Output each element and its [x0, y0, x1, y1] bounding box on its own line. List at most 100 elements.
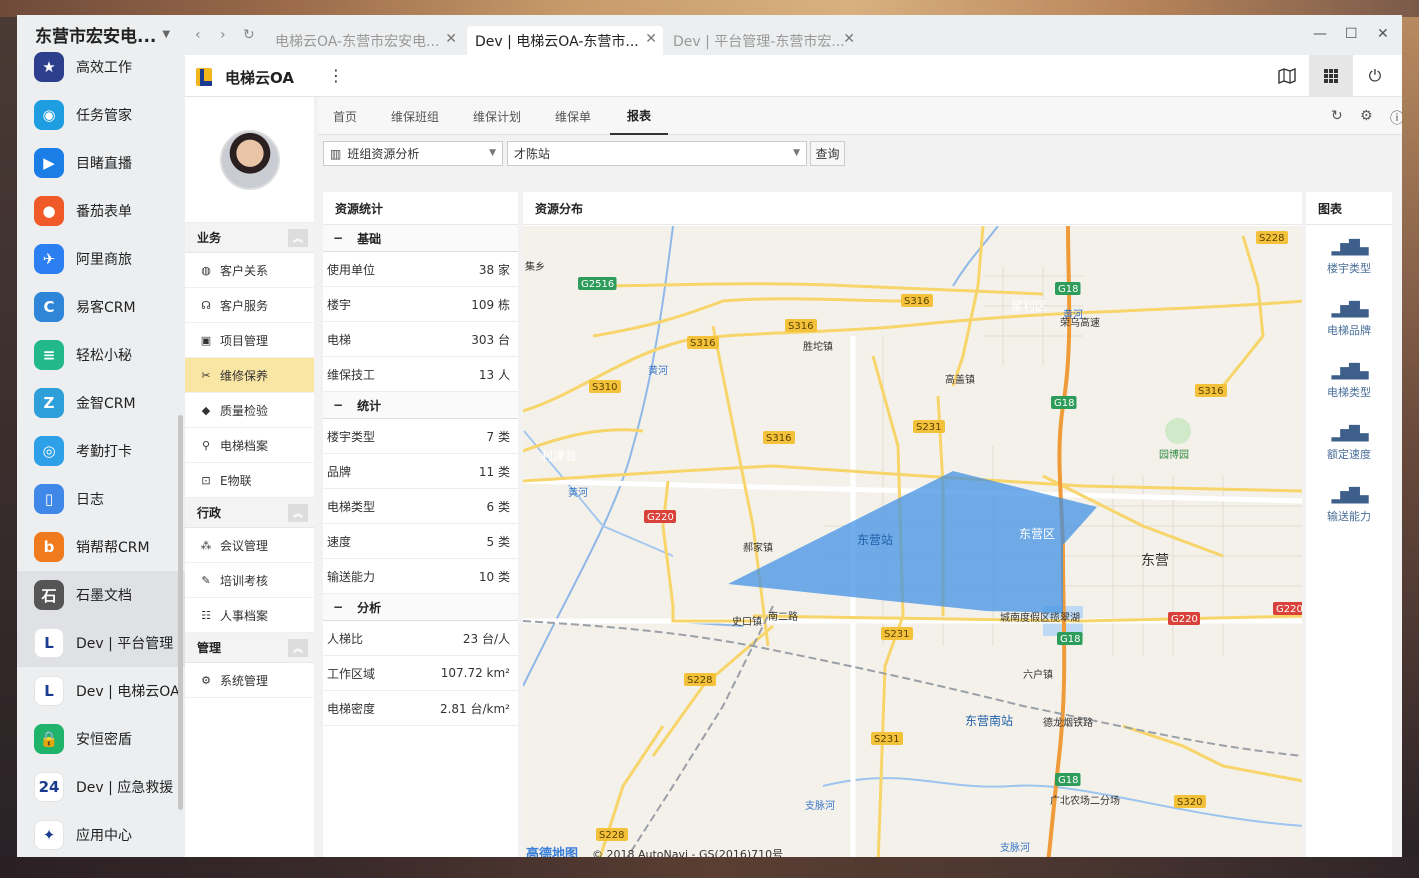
app-item[interactable]: L Dev | 平台管理: [17, 619, 185, 667]
bar-chart-icon: ▥: [330, 146, 342, 161]
app-item[interactable]: Z 金智CRM: [17, 379, 185, 427]
nav-item[interactable]: ⚲ 电梯档案: [185, 428, 314, 463]
app-item[interactable]: ≡ 轻松小秘: [17, 331, 185, 379]
refresh-icon[interactable]: ↻: [1331, 108, 1343, 124]
map-canvas[interactable]: 集乡G2516S316S316S316 胜坨镇S310黄河利津县黄河S316高盖镇…: [523, 226, 1302, 857]
refresh-icon[interactable]: ↻: [243, 27, 255, 43]
more-icon[interactable]: ⋮: [328, 66, 344, 85]
app-label: Dev | 应急救援: [76, 780, 174, 796]
nav-item[interactable]: ✎ 培训考核: [185, 563, 314, 598]
nav-group-header[interactable]: 管理 ︽: [185, 633, 314, 663]
stats-section-header[interactable]: − 分析: [323, 594, 518, 621]
gear-icon[interactable]: ⚙: [1360, 108, 1373, 124]
map-label: 六户镇: [1023, 668, 1053, 681]
app-item[interactable]: ★ 高效工作: [17, 43, 185, 91]
chart-list: ▂▆█▄ 楼宇类型 ▂▆█▄ 电梯品牌 ▂▆█▄ 电梯类型 ▂▆█▄ 额定速度 ▂▆█▄ 输送能力: [1306, 225, 1392, 535]
collapse-icon[interactable]: −: [333, 398, 343, 412]
minimize-icon[interactable]: —: [1313, 26, 1327, 42]
chart-button[interactable]: ▂▆█▄ 电梯类型: [1306, 349, 1392, 411]
avatar[interactable]: [219, 129, 280, 190]
collapse-icon[interactable]: ︽: [288, 228, 308, 247]
app-item[interactable]: ▶ 目睹直播: [17, 139, 185, 187]
power-icon[interactable]: ⏻: [1353, 55, 1397, 97]
nav-item[interactable]: ⊡ E物联: [185, 463, 314, 498]
app-item[interactable]: b 销帮帮CRM: [17, 523, 185, 571]
app-item[interactable]: ▯ 日志: [17, 475, 185, 523]
map-label: S228: [687, 675, 712, 686]
nav-item[interactable]: ☷ 人事档案: [185, 598, 314, 633]
browser-tab-label: 电梯云OA-东营市宏安电...: [275, 33, 440, 50]
sidebar-scrollbar[interactable]: [178, 415, 183, 810]
app-item[interactable]: 石石墨文档: [17, 571, 185, 619]
nav-item[interactable]: ⁂ 会议管理: [185, 528, 314, 563]
tab-home[interactable]: 首页: [333, 97, 357, 135]
chart-button-label: 输送能力: [1327, 510, 1371, 523]
chart-button[interactable]: ▂▆█▄ 楼宇类型: [1306, 225, 1392, 287]
app-item[interactable]: ✈ 阿里商旅: [17, 235, 185, 283]
chart-button[interactable]: ▂▆█▄ 额定速度: [1306, 411, 1392, 473]
grid-icon[interactable]: [1309, 55, 1353, 97]
app-item[interactable]: L Dev | 电梯云OA: [17, 667, 185, 715]
tab-maintenance-team[interactable]: 维保班组: [391, 97, 439, 135]
help-icon[interactable]: ⓘ: [1390, 108, 1402, 128]
stats-value: 109 栋: [471, 297, 510, 312]
app-item[interactable]: ◉ 任务管家: [17, 91, 185, 139]
tab-maintenance-order[interactable]: 维保单: [555, 97, 591, 135]
back-icon[interactable]: ‹: [195, 27, 201, 43]
map-label: 城南度假区揽翠湖: [1000, 611, 1080, 624]
nav-item[interactable]: ▣ 项目管理: [185, 323, 314, 358]
map-label: G18: [1060, 634, 1080, 645]
nav-item-label: E物联: [220, 473, 252, 488]
app-item[interactable]: C 易客CRM: [17, 283, 185, 331]
map-icon[interactable]: [1265, 55, 1309, 97]
maximize-icon[interactable]: ☐: [1345, 26, 1358, 42]
app-item[interactable]: 24 Dev | 应急救援: [17, 763, 185, 811]
chart-button[interactable]: ▂▆█▄ 电梯品牌: [1306, 287, 1392, 349]
browser-tab-active[interactable]: Dev | 电梯云OA-东营市... ✕: [467, 26, 663, 55]
nav-group-header[interactable]: 行政 ︽: [185, 498, 314, 528]
close-tab-icon[interactable]: ✕: [645, 31, 657, 47]
tab-maintenance-plan[interactable]: 维保计划: [473, 97, 521, 135]
collapse-icon[interactable]: −: [333, 600, 343, 614]
nav-item[interactable]: ◍ 客户关系: [185, 253, 314, 288]
station-select[interactable]: 才陈站 ▼: [507, 141, 807, 166]
browser-tab[interactable]: Dev | 平台管理-东营市宏... ✕: [665, 26, 861, 55]
resource-map[interactable]: 集乡 G2516 S316 S316 S316 胜坨镇 S310 黄河 利津县 黄河 S316 高盖镇…: [523, 226, 1302, 857]
map-label: 利津县: [541, 449, 577, 463]
query-button[interactable]: 查询: [810, 141, 845, 166]
app-item[interactable]: 🔒 安恒密盾: [17, 715, 185, 763]
nav-item[interactable]: ☊ 客户服务: [185, 288, 314, 323]
stats-value: 7 类: [486, 429, 510, 444]
map-label: 胜坨镇: [803, 340, 833, 353]
tab-label: 维保单: [555, 109, 592, 124]
nav-item[interactable]: ⚙ 系统管理: [185, 663, 314, 698]
stats-section-header[interactable]: − 基础: [323, 225, 518, 252]
crm-icon: C: [34, 292, 64, 322]
browser-tab[interactable]: 电梯云OA-东营市宏安电... ✕: [267, 26, 463, 55]
collapse-icon[interactable]: −: [333, 231, 343, 245]
tab-report[interactable]: 报表: [610, 97, 669, 135]
nav-item[interactable]: ◆ 质量检验: [185, 393, 314, 428]
stats-section-label: 统计: [357, 398, 382, 413]
stats-section-header[interactable]: − 统计: [323, 392, 518, 419]
map-label: S316: [788, 321, 813, 332]
report-type-select[interactable]: ▥ 班组资源分析 ▼: [323, 141, 503, 166]
stats-name: 使用单位: [327, 262, 376, 277]
nav-group-header[interactable]: 业务 ︽: [185, 223, 314, 253]
nav-item[interactable]: ✂ 维修保养: [185, 358, 314, 393]
collapse-icon[interactable]: ︽: [288, 503, 308, 522]
app-item[interactable]: ✦ 应用中心: [17, 811, 185, 857]
map-label: S310: [592, 382, 617, 393]
nav-item-label: 项目管理: [220, 333, 269, 348]
forward-icon[interactable]: ›: [220, 27, 226, 43]
close-icon[interactable]: ✕: [1377, 26, 1389, 42]
browser-tab-bar: ‹ › ↻ 电梯云OA-东营市宏安电... ✕ Dev | 电梯云OA-东营市.…: [185, 15, 1402, 55]
app-item[interactable]: ● 番茄表单: [17, 187, 185, 235]
app-item[interactable]: ◎ 考勤打卡: [17, 427, 185, 475]
meeting-icon: ⁂: [200, 538, 212, 552]
close-tab-icon[interactable]: ✕: [843, 31, 855, 47]
collapse-icon[interactable]: ︽: [288, 638, 308, 657]
close-tab-icon[interactable]: ✕: [445, 31, 457, 47]
chart-button[interactable]: ▂▆█▄ 输送能力: [1306, 473, 1392, 535]
charts-panel: 图表 ▂▆█▄ 楼宇类型 ▂▆█▄ 电梯品牌 ▂▆█▄ 电梯类型 ▂▆█▄ 额定速度 ▂▆█▄ 输…: [1306, 192, 1392, 857]
